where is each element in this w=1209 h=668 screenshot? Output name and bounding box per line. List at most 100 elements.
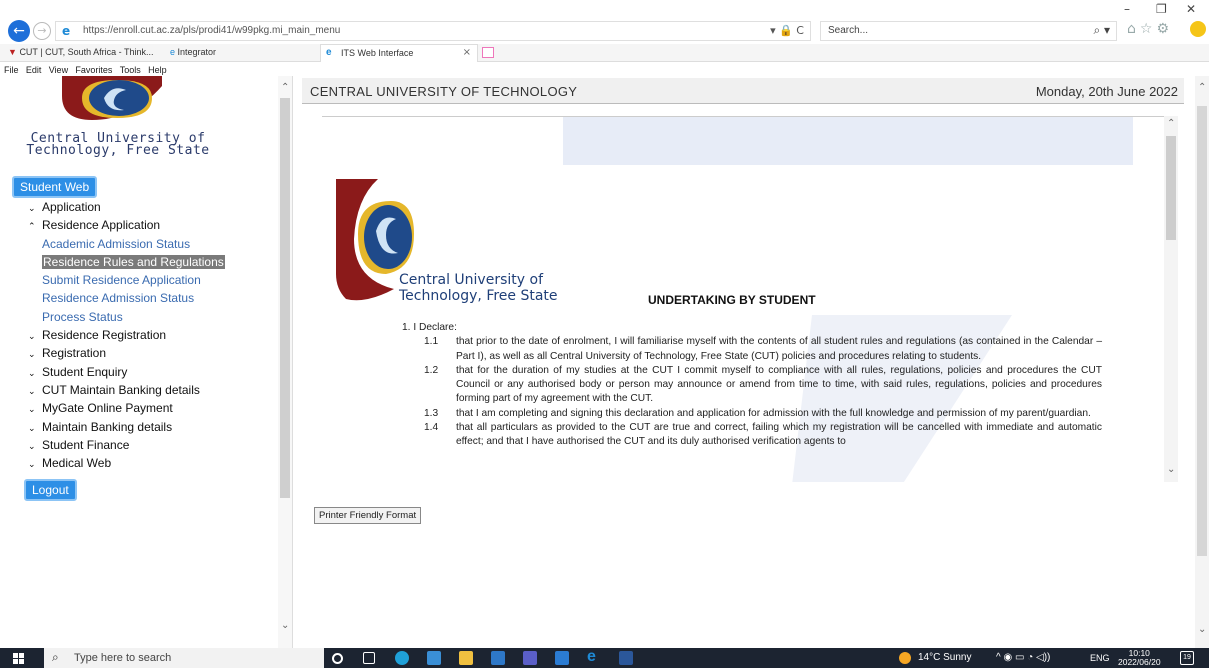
- scroll-up-icon[interactable]: ⌃: [1198, 82, 1206, 93]
- menu-edit[interactable]: Edit: [26, 65, 42, 75]
- weather-text[interactable]: 14°C Sunny: [918, 652, 971, 663]
- chevron-down-icon: ⌄: [28, 441, 36, 452]
- student-web-button[interactable]: Student Web: [12, 176, 98, 198]
- printer-friendly-button[interactable]: Printer Friendly Format: [314, 507, 422, 524]
- menu-help[interactable]: Help: [148, 65, 167, 75]
- institution-name: Central University of Technology, Free S…: [26, 131, 210, 158]
- scroll-up-icon[interactable]: ⌃: [281, 82, 289, 93]
- content-frame: CENTRAL UNIVERSITY OF TECHNOLOGY Monday,…: [294, 76, 1209, 648]
- sidebar-item-residence-application[interactable]: ⌃ Residence Application: [28, 218, 225, 236]
- sidebar-item-medical-web[interactable]: ⌄ Medical Web: [28, 456, 225, 474]
- notifications-icon[interactable]: 19: [1180, 651, 1194, 665]
- clause-1-4: 1.4 that all particulars as provided to t…: [424, 422, 1102, 448]
- chevron-down-icon: ⌄: [28, 405, 36, 416]
- restore-button[interactable]: ❐: [1156, 2, 1167, 16]
- word-icon[interactable]: [619, 651, 633, 665]
- task-view-icon[interactable]: [363, 652, 375, 664]
- home-favorites-settings-icons[interactable]: ⌂☆⚙: [1127, 21, 1173, 37]
- back-button[interactable]: ←: [8, 20, 30, 42]
- menu-view[interactable]: View: [49, 65, 68, 75]
- logout-button[interactable]: Logout: [24, 479, 77, 501]
- chevron-up-icon: ⌃: [28, 222, 36, 233]
- url-tools-icons[interactable]: ▾ 🔒 C: [770, 24, 804, 37]
- tab-label: ITS Web Interface: [341, 48, 414, 58]
- menu-tools[interactable]: Tools: [120, 65, 141, 75]
- document-scrollbar[interactable]: ⌃ ⌄: [1164, 116, 1178, 482]
- mail-icon[interactable]: [491, 651, 505, 665]
- taskbar-search-placeholder: Type here to search: [74, 652, 172, 664]
- sidebar-item-residence-rules[interactable]: Residence Rules and Regulations: [28, 254, 225, 273]
- new-tab-button[interactable]: [482, 47, 494, 58]
- document-banner: [563, 117, 1133, 165]
- favorite-integrator[interactable]: e Integrator: [170, 47, 216, 57]
- search-input[interactable]: Search... ⌕ ▾: [820, 21, 1117, 41]
- outlook-icon[interactable]: [555, 651, 569, 665]
- sidebar-item-application[interactable]: ⌄ Application: [28, 200, 225, 218]
- sidebar-item-registration[interactable]: ⌄ Registration: [28, 346, 225, 364]
- clause-1-3: 1.3 that I am completing and signing this…: [424, 407, 1091, 419]
- document-scroll-thumb[interactable]: [1166, 136, 1176, 240]
- forward-button[interactable]: →: [33, 22, 51, 40]
- search-placeholder: Search...: [828, 25, 869, 36]
- url-field[interactable]: e https://enroll.cut.ac.za/pls/prodi41/w…: [55, 21, 811, 41]
- chevron-down-icon: ⌄: [28, 386, 36, 397]
- sidebar-item-residence-admission-status[interactable]: Residence Admission Status: [28, 291, 225, 309]
- close-tab-icon[interactable]: ×: [463, 47, 471, 58]
- document-logo-text: Central University of Technology, Free S…: [399, 272, 558, 304]
- cortana-icon[interactable]: [332, 653, 343, 664]
- edge-icon[interactable]: [395, 651, 409, 665]
- undertaking-clauses: 1. I Declare: 1.1 that prior to the date …: [402, 321, 1102, 450]
- close-window-button[interactable]: ✕: [1186, 2, 1196, 16]
- sidebar-item-student-enquiry[interactable]: ⌄ Student Enquiry: [28, 365, 225, 383]
- sidebar-item-maintain-banking[interactable]: ⌄ Maintain Banking details: [28, 420, 225, 438]
- sidebar-item-process-status[interactable]: Process Status: [28, 310, 225, 328]
- chevron-down-icon: ⌄: [28, 423, 36, 434]
- declare-heading: 1. I Declare:: [402, 322, 457, 333]
- ie-page-icon: e: [62, 24, 71, 38]
- chevron-down-icon: ⌄: [28, 350, 36, 361]
- system-clock[interactable]: 10:10 2022/06/20: [1118, 649, 1161, 667]
- sidebar-item-residence-registration[interactable]: ⌄ Residence Registration: [28, 328, 225, 346]
- chevron-down-icon: ⌄: [28, 368, 36, 379]
- language-indicator[interactable]: ENG: [1090, 653, 1110, 663]
- minimize-button[interactable]: –: [1124, 2, 1130, 16]
- clause-1-2: 1.2 that for the duration of my studies a…: [424, 364, 1102, 405]
- scroll-down-icon[interactable]: ⌄: [281, 620, 289, 631]
- address-bar-row: – ❐ ✕ ← → e https://enroll.cut.ac.za/pls…: [0, 0, 1209, 44]
- page-title: CENTRAL UNIVERSITY OF TECHNOLOGY: [310, 84, 578, 99]
- windows-taskbar: ⌕ Type here to search e 14°C Sunny ^ ◉ ▭…: [0, 648, 1209, 668]
- teams-icon[interactable]: [523, 651, 537, 665]
- sidebar-scrollbar[interactable]: ⌃ ⌄: [278, 76, 292, 648]
- chevron-down-icon: ⌄: [28, 460, 36, 471]
- sidebar-item-academic-admission-status[interactable]: Academic Admission Status: [28, 237, 225, 255]
- browser-window: – ❐ ✕ ← → e https://enroll.cut.ac.za/pls…: [0, 0, 1209, 648]
- search-icon[interactable]: ⌕ ▾: [1093, 23, 1110, 38]
- sidebar-item-submit-residence-application[interactable]: Submit Residence Application: [28, 273, 225, 291]
- taskbar-search-input[interactable]: ⌕ Type here to search: [44, 648, 324, 668]
- document-title: UNDERTAKING BY STUDENT: [648, 293, 816, 307]
- tray-icons[interactable]: ^ ◉ ▭ ◔ ◁)): [996, 652, 1050, 663]
- feedback-smiley-icon[interactable]: [1190, 21, 1206, 37]
- search-icon: ⌕: [52, 650, 59, 664]
- tab-its-web-interface[interactable]: e ITS Web Interface ×: [320, 44, 478, 62]
- sidebar-item-mygate-online-payment[interactable]: ⌄ MyGate Online Payment: [28, 401, 225, 419]
- sidebar-item-cut-maintain-banking[interactable]: ⌄ CUT Maintain Banking details: [28, 383, 225, 401]
- file-explorer-icon[interactable]: [459, 651, 473, 665]
- clause-1-1: 1.1 that prior to the date of enrolment, …: [424, 336, 1102, 362]
- scroll-down-icon[interactable]: ⌄: [1198, 624, 1206, 635]
- page-scroll-thumb[interactable]: [1197, 106, 1207, 556]
- chevron-down-icon: ⌄: [28, 332, 36, 343]
- undertaking-document: Central University of Technology, Free S…: [322, 116, 1178, 482]
- sidebar-item-student-finance[interactable]: ⌄ Student Finance: [28, 438, 225, 456]
- internet-explorer-icon[interactable]: e: [587, 649, 601, 665]
- page-scrollbar[interactable]: ⌃ ⌄: [1195, 76, 1209, 648]
- scroll-up-icon[interactable]: ⌃: [1167, 118, 1175, 129]
- store-icon[interactable]: [427, 651, 441, 665]
- scroll-down-icon[interactable]: ⌄: [1167, 464, 1175, 475]
- windows-start-icon[interactable]: [13, 653, 24, 664]
- sidebar-scroll-thumb[interactable]: [280, 98, 290, 498]
- menu-favorites[interactable]: Favorites: [75, 65, 112, 75]
- ie-tab-icon: e: [326, 47, 332, 58]
- menu-file[interactable]: File: [4, 65, 19, 75]
- favorite-cut[interactable]: ▼ CUT | CUT, South Africa - Think...: [8, 47, 153, 57]
